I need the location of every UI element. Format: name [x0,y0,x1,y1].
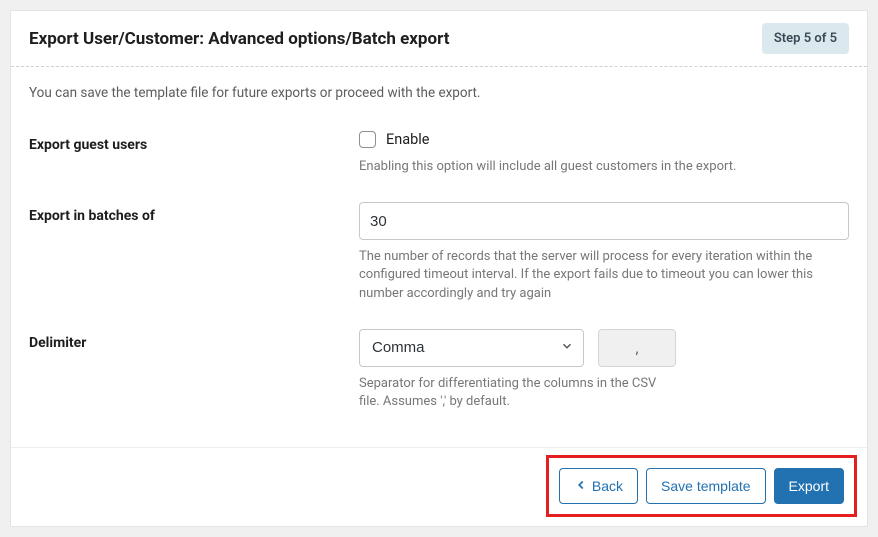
chevron-left-icon [574,478,588,495]
back-button-label: Back [592,478,623,494]
guest-users-help: Enabling this option will include all gu… [359,158,849,176]
card-footer: Back Save template Export [11,447,867,526]
batch-help: The number of records that the server wi… [359,248,849,303]
export-button[interactable]: Export [774,468,844,504]
intro-text: You can save the template file for futur… [29,85,849,101]
guest-users-checkbox-wrap[interactable]: Enable [359,131,849,148]
save-template-label: Save template [661,478,751,494]
row-delimiter: Delimiter Comma , Separator for differen… [29,329,849,411]
card-body: You can save the template file for futur… [11,67,867,447]
delimiter-select-wrap: Comma [359,329,584,367]
field-batch: The number of records that the server wi… [359,202,849,303]
label-delimiter: Delimiter [29,329,359,351]
page-title: Export User/Customer: Advanced options/B… [29,29,450,49]
guest-users-checkbox[interactable] [359,131,376,148]
footer-buttons-highlight: Back Save template Export [546,455,857,517]
label-guest-users: Export guest users [29,131,359,153]
delimiter-help: Separator for differentiating the column… [359,375,679,411]
guest-users-checkbox-label: Enable [386,131,430,148]
label-batch: Export in batches of [29,202,359,224]
batch-size-input[interactable] [359,202,849,240]
row-guest-users: Export guest users Enable Enabling this … [29,131,849,176]
export-button-label: Export [789,478,829,494]
delimiter-select[interactable]: Comma [359,329,584,367]
delimiter-char-display: , [598,329,676,367]
delimiter-controls: Comma , [359,329,849,367]
card-header: Export User/Customer: Advanced options/B… [11,11,867,67]
field-delimiter: Comma , Separator for differentiating th… [359,329,849,411]
back-button[interactable]: Back [559,468,638,504]
save-template-button[interactable]: Save template [646,468,766,504]
row-batch: Export in batches of The number of recor… [29,202,849,303]
step-badge: Step 5 of 5 [762,23,849,54]
export-card: Export User/Customer: Advanced options/B… [10,10,868,527]
field-guest-users: Enable Enabling this option will include… [359,131,849,176]
